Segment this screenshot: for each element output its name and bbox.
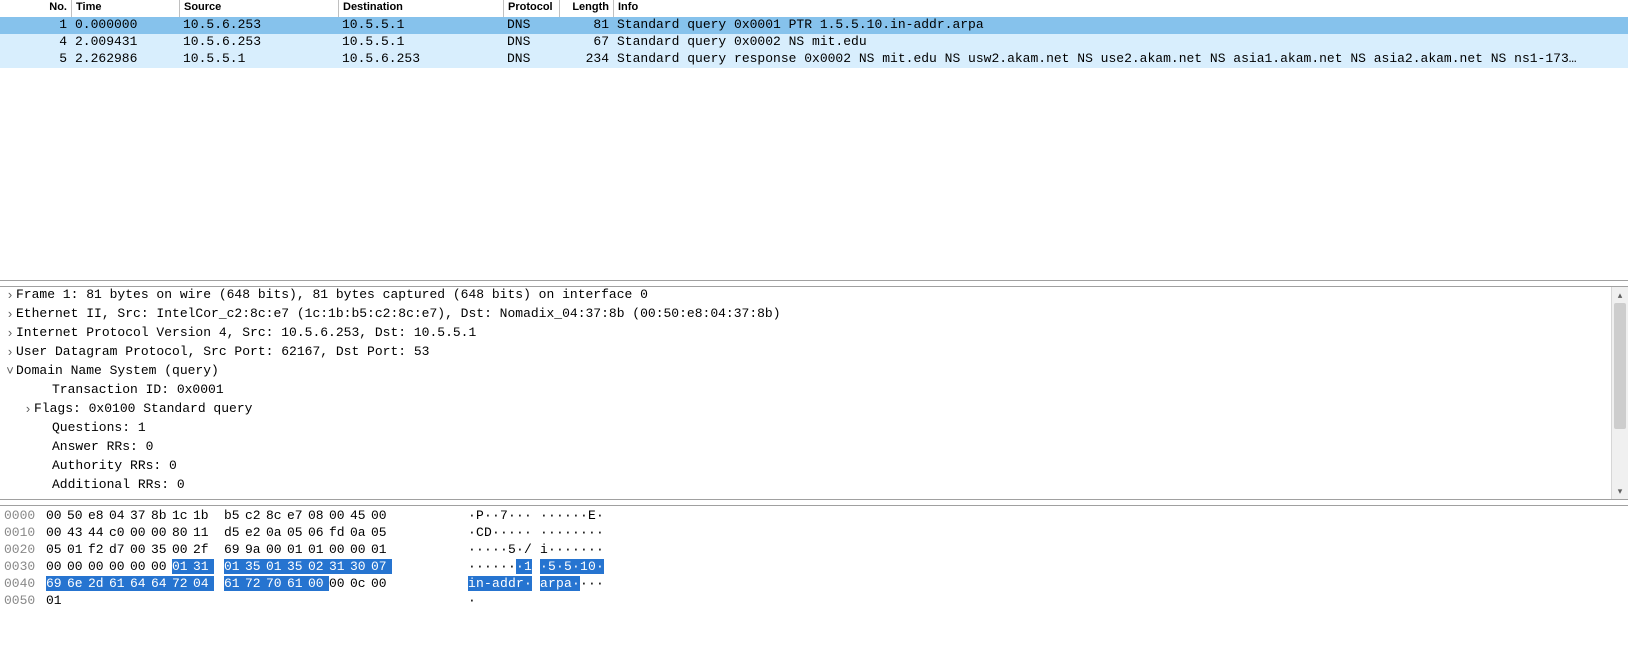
column-header-no[interactable]: No. <box>0 0 71 17</box>
cell: 10.5.6.253 <box>179 34 338 51</box>
hex-offset: 0030 <box>0 559 46 576</box>
details-tree-label: Additional RRs: 0 <box>52 477 185 492</box>
packet-list-pane: No. Time Source Destination Protocol Len… <box>0 0 1628 280</box>
scrollbar-down-icon[interactable]: ▾ <box>1612 483 1628 499</box>
expand-icon[interactable]: ˅ <box>4 363 16 378</box>
cell: 10.5.5.1 <box>338 17 503 34</box>
hex-line[interactable]: 000000 50 e8 04 37 8b 1c 1b b5 c2 8c e7 … <box>0 508 1628 525</box>
collapse-icon[interactable]: › <box>4 287 16 302</box>
splitter-list-details[interactable] <box>0 280 1628 287</box>
packet-row[interactable]: 10.00000010.5.6.25310.5.5.1DNS81Standard… <box>0 17 1628 34</box>
packet-bytes-pane[interactable]: 000000 50 e8 04 37 8b 1c 1b b5 c2 8c e7 … <box>0 506 1628 656</box>
packet-row[interactable]: 52.26298610.5.5.110.5.6.253DNS234Standar… <box>0 51 1628 68</box>
hex-bytes: 01 <box>46 593 438 610</box>
hex-offset: 0000 <box>0 508 46 525</box>
collapse-icon[interactable]: › <box>4 344 16 359</box>
cell: 4 <box>0 34 71 51</box>
cell: Standard query 0x0002 NS mit.edu <box>613 34 1628 51</box>
column-header-protocol[interactable]: Protocol <box>503 0 559 17</box>
details-tree-item[interactable]: Questions: 1 <box>0 420 1628 439</box>
collapse-icon[interactable]: › <box>4 306 16 321</box>
packet-details-pane[interactable]: › Frame 1: 81 bytes on wire (648 bits), … <box>0 287 1628 499</box>
details-scrollbar[interactable]: ▴ ▾ <box>1611 287 1628 499</box>
hex-line[interactable]: 005001 · <box>0 593 1628 610</box>
scrollbar-up-icon[interactable]: ▴ <box>1612 287 1628 303</box>
details-tree-label: Frame 1: 81 bytes on wire (648 bits), 81… <box>16 287 648 302</box>
hex-ascii: ·······1·5·5·10· <box>438 559 604 576</box>
hex-bytes: 00 00 00 00 00 00 01 31 01 35 01 35 02 3… <box>46 559 438 576</box>
packet-row[interactable]: 42.00943110.5.6.25310.5.5.1DNS67Standard… <box>0 34 1628 51</box>
scrollbar-thumb[interactable] <box>1614 303 1626 429</box>
details-tree-item[interactable]: › Internet Protocol Version 4, Src: 10.5… <box>0 325 1628 344</box>
details-tree-label: User Datagram Protocol, Src Port: 62167,… <box>16 344 429 359</box>
details-tree-item[interactable]: › Ethernet II, Src: IntelCor_c2:8c:e7 (1… <box>0 306 1628 325</box>
details-tree-item[interactable]: › User Datagram Protocol, Src Port: 6216… <box>0 344 1628 363</box>
cell: 67 <box>559 34 613 51</box>
hex-ascii: ·CD············· <box>438 525 604 542</box>
cell: DNS <box>503 34 559 51</box>
hex-bytes: 00 43 44 c0 00 00 80 11 d5 e2 0a 05 06 f… <box>46 525 438 542</box>
hex-offset: 0010 <box>0 525 46 542</box>
cell: 5 <box>0 51 71 68</box>
cell: 81 <box>559 17 613 34</box>
column-header-length[interactable]: Length <box>559 0 613 17</box>
details-tree-label: Transaction ID: 0x0001 <box>52 382 224 397</box>
details-tree-label: Flags: 0x0100 Standard query <box>34 401 252 416</box>
details-tree-item[interactable]: Transaction ID: 0x0001 <box>0 382 1628 401</box>
details-tree-item[interactable]: Answer RRs: 0 <box>0 439 1628 458</box>
column-header-destination[interactable]: Destination <box>338 0 503 17</box>
cell: 0.000000 <box>71 17 179 34</box>
cell: 1 <box>0 17 71 34</box>
cell: Standard query 0x0001 PTR 1.5.5.10.in-ad… <box>613 17 1628 34</box>
column-header-source[interactable]: Source <box>179 0 338 17</box>
scrollbar-track[interactable] <box>1612 303 1628 483</box>
details-tree-label: Questions: 1 <box>52 420 146 435</box>
hex-ascii: · <box>438 593 476 610</box>
hex-bytes: 69 6e 2d 61 64 64 72 04 61 72 70 61 00 0… <box>46 576 438 593</box>
details-tree-label: Answer RRs: 0 <box>52 439 153 454</box>
cell: 10.5.5.1 <box>179 51 338 68</box>
details-tree-label: Authority RRs: 0 <box>52 458 177 473</box>
cell: 2.262986 <box>71 51 179 68</box>
hex-line[interactable]: 003000 00 00 00 00 00 01 31 01 35 01 35 … <box>0 559 1628 576</box>
cell: 234 <box>559 51 613 68</box>
collapse-icon[interactable]: › <box>4 325 16 340</box>
cell: 10.5.6.253 <box>179 17 338 34</box>
hex-offset: 0020 <box>0 542 46 559</box>
cell: Standard query response 0x0002 NS mit.ed… <box>613 51 1628 68</box>
hex-offset: 0050 <box>0 593 46 610</box>
hex-ascii: ·P··7·········E· <box>438 508 604 525</box>
details-tree-item[interactable]: › Flags: 0x0100 Standard query <box>0 401 1628 420</box>
cell: 10.5.5.1 <box>338 34 503 51</box>
column-header-info[interactable]: Info <box>613 0 1628 17</box>
details-tree-item[interactable]: ˅ Domain Name System (query) <box>0 363 1628 382</box>
hex-line[interactable]: 001000 43 44 c0 00 00 80 11 d5 e2 0a 05 … <box>0 525 1628 542</box>
hex-line[interactable]: 004069 6e 2d 61 64 64 72 04 61 72 70 61 … <box>0 576 1628 593</box>
details-tree-label: Internet Protocol Version 4, Src: 10.5.6… <box>16 325 476 340</box>
column-header-time[interactable]: Time <box>71 0 179 17</box>
cell: 2.009431 <box>71 34 179 51</box>
packet-list-header[interactable]: No. Time Source Destination Protocol Len… <box>0 0 1628 17</box>
cell: DNS <box>503 17 559 34</box>
details-tree-item[interactable]: Authority RRs: 0 <box>0 458 1628 477</box>
hex-offset: 0040 <box>0 576 46 593</box>
cell: DNS <box>503 51 559 68</box>
hex-ascii: in-addr·arpa···· <box>438 576 604 593</box>
hex-ascii: ·····5·/i······· <box>438 542 604 559</box>
hex-bytes: 00 50 e8 04 37 8b 1c 1b b5 c2 8c e7 08 0… <box>46 508 438 525</box>
hex-bytes: 05 01 f2 d7 00 35 00 2f 69 9a 00 01 01 0… <box>46 542 438 559</box>
details-tree-label: Domain Name System (query) <box>16 363 219 378</box>
splitter-details-hex[interactable] <box>0 499 1628 506</box>
packet-list-rows[interactable]: 10.00000010.5.6.25310.5.5.1DNS81Standard… <box>0 17 1628 68</box>
collapse-icon[interactable]: › <box>22 401 34 416</box>
hex-line[interactable]: 002005 01 f2 d7 00 35 00 2f 69 9a 00 01 … <box>0 542 1628 559</box>
details-tree-label: Ethernet II, Src: IntelCor_c2:8c:e7 (1c:… <box>16 306 781 321</box>
cell: 10.5.6.253 <box>338 51 503 68</box>
details-tree-item[interactable]: Additional RRs: 0 <box>0 477 1628 496</box>
details-tree-item[interactable]: › Frame 1: 81 bytes on wire (648 bits), … <box>0 287 1628 306</box>
